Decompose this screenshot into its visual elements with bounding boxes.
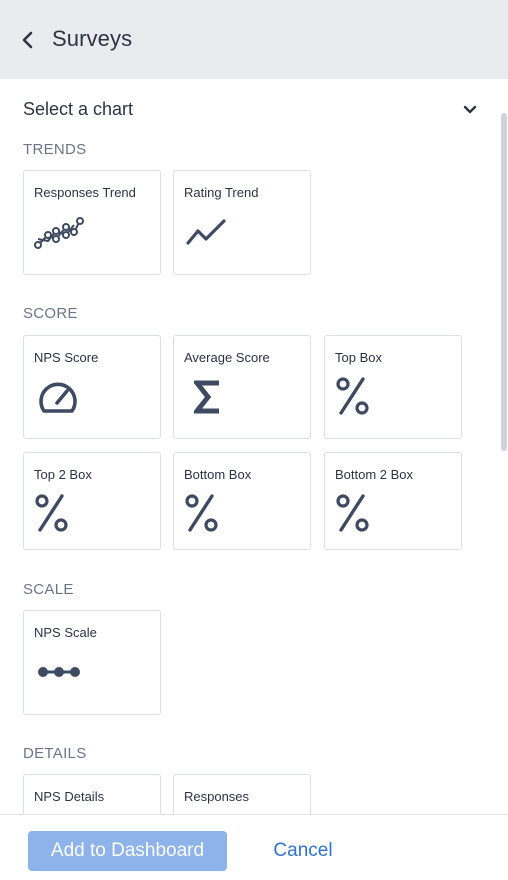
chart-card-label: Top Box [335, 350, 382, 365]
chart-card-label: Responses [184, 789, 250, 804]
chart-card-label: Bottom 2 Box [335, 467, 414, 482]
chevron-left-icon [22, 31, 33, 49]
scrollbar[interactable] [500, 79, 508, 814]
chart-card-bottom-box[interactable]: Bottom Box [173, 452, 311, 550]
chart-card-responses-trend[interactable]: Responses Trend [23, 170, 161, 275]
chevron-down-icon [463, 105, 477, 114]
percent-icon [35, 494, 68, 532]
chart-card-label: Average Score [184, 350, 270, 365]
chart-card-label: NPS Scale [34, 625, 97, 640]
action-footer: Add to Dashboard Cancel [0, 814, 508, 880]
chart-card-label: Top 2 Box [34, 467, 92, 482]
chart-card-average-score[interactable]: Average Score [173, 335, 311, 439]
chart-card-label: NPS Score [34, 350, 99, 365]
chart-selector-toggle[interactable]: Select a chart [23, 97, 479, 121]
percent-icon [185, 494, 218, 532]
percent-icon [336, 377, 369, 415]
chart-card-label: Rating Trend [184, 185, 259, 200]
dot-scale-icon [38, 667, 80, 677]
section-title-scale: SCALE [23, 581, 74, 598]
section-title-trends: TRENDS [23, 141, 87, 158]
page-title: Surveys [52, 26, 133, 51]
chart-card-rating-trend[interactable]: Rating Trend [173, 170, 311, 275]
chart-card-nps-scale[interactable]: NPS Scale [23, 610, 161, 715]
percent-icon [336, 494, 369, 532]
sigma-icon [194, 380, 219, 414]
gauge-icon [39, 382, 77, 413]
scrollbar-thumb[interactable] [501, 113, 507, 451]
chart-card-top-box[interactable]: Top Box [324, 335, 462, 439]
chart-selector-label: Select a chart [23, 98, 134, 119]
top-bar: Surveys [0, 0, 508, 79]
add-to-dashboard-button[interactable]: Add to Dashboard [28, 831, 227, 871]
chart-card-nps-details[interactable]: NPS Details [23, 774, 161, 814]
section-title-details: DETAILS [23, 745, 87, 762]
chart-card-label: NPS Details [34, 789, 105, 804]
scatter-line-icon [34, 217, 84, 249]
chart-card-responses[interactable]: Responses [173, 774, 311, 814]
chart-card-nps-score[interactable]: NPS Score [23, 335, 161, 439]
chart-card-label: Responses Trend [34, 185, 136, 200]
trend-line-icon [186, 219, 226, 245]
section-title-score: SCORE [23, 305, 78, 322]
back-button[interactable] [14, 26, 42, 54]
chart-card-bottom-2-box[interactable]: Bottom 2 Box [324, 452, 462, 550]
chart-card-label: Bottom Box [184, 467, 252, 482]
chart-card-top-2-box[interactable]: Top 2 Box [23, 452, 161, 550]
cancel-button[interactable]: Cancel [260, 831, 346, 871]
chart-picker-panel[interactable]: Select a chart TRENDS Responses Trend Ra… [0, 79, 508, 814]
